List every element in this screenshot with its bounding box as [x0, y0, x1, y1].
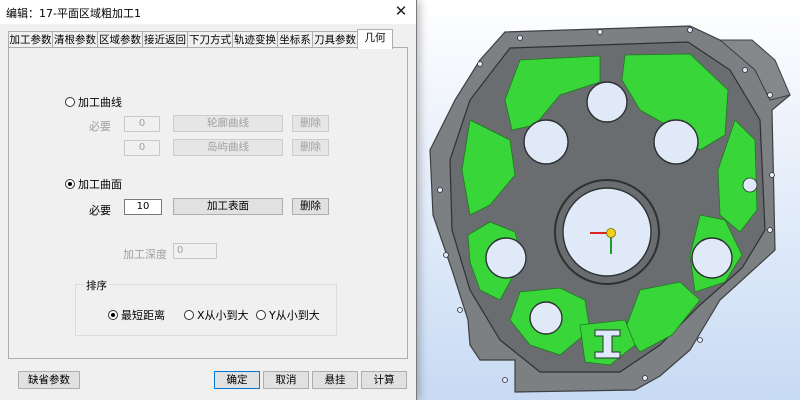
- cancel-button[interactable]: 取消: [263, 371, 309, 389]
- window-title: 编辑：17-平面区域粗加工1: [6, 7, 141, 20]
- sort-group: 排序 最短距离 X从小到大 Y从小到大: [75, 278, 337, 336]
- surface-required-label: 必要: [89, 204, 111, 217]
- close-icon[interactable]: ✕: [386, 0, 416, 24]
- sort-x-option[interactable]: X从小到大: [184, 307, 249, 323]
- tab-path-transform[interactable]: 轨迹变换: [232, 31, 278, 48]
- machining-surface-label: 加工曲面: [78, 178, 122, 191]
- island-count-field: 0: [124, 140, 160, 156]
- machining-curve-label: 加工曲线: [78, 96, 122, 109]
- sort-y-option[interactable]: Y从小到大: [256, 307, 320, 323]
- sort-y-label: Y从小到大: [269, 309, 320, 322]
- ok-button[interactable]: 确定: [214, 371, 260, 389]
- sort-x-label: X从小到大: [197, 309, 249, 322]
- tab-strip: 加工参数 清根参数 区域参数 接近返回 下刀方式 轨迹变换 坐标系 刀具参数 几…: [8, 29, 408, 49]
- tab-geometry[interactable]: 几何: [357, 29, 393, 49]
- defaults-button[interactable]: 缺省参数: [18, 371, 80, 389]
- machining-surface-radio[interactable]: [65, 179, 75, 189]
- dialog-button-bar: 缺省参数 确定 取消 悬挂 计算: [0, 368, 416, 390]
- contour-count-field: 0: [124, 116, 160, 132]
- tab-plunge-method[interactable]: 下刀方式: [187, 31, 233, 48]
- tab-cleanup-params[interactable]: 清根参数: [52, 31, 98, 48]
- machining-curve-radio[interactable]: [65, 97, 75, 107]
- contour-delete-button[interactable]: 删除: [292, 115, 329, 132]
- tab-coordinate-system[interactable]: 坐标系: [277, 31, 313, 48]
- tab-machining-params[interactable]: 加工参数: [8, 31, 53, 48]
- suspend-button[interactable]: 悬挂: [312, 371, 358, 389]
- machining-surface-option[interactable]: 加工曲面: [65, 176, 122, 192]
- sort-x-radio[interactable]: [184, 310, 194, 320]
- sort-shortest-radio[interactable]: [108, 310, 118, 320]
- edit-dialog: 编辑：17-平面区域粗加工1 ✕ 加工参数 清根参数 区域参数 接近返回 下刀方…: [0, 0, 417, 400]
- contour-curve-button[interactable]: 轮廓曲线: [173, 115, 283, 132]
- sort-legend: 排序: [84, 278, 109, 293]
- calculate-button[interactable]: 计算: [361, 371, 407, 389]
- title-bar: 编辑：17-平面区域粗加工1 ✕: [0, 0, 416, 24]
- sort-y-radio[interactable]: [256, 310, 266, 320]
- island-delete-button[interactable]: 删除: [292, 139, 329, 156]
- depth-field: 0: [173, 243, 217, 259]
- tab-tool-params[interactable]: 刀具参数: [312, 31, 358, 48]
- tab-region-params[interactable]: 区域参数: [97, 31, 143, 48]
- surface-delete-button[interactable]: 删除: [292, 198, 329, 215]
- machining-curve-option[interactable]: 加工曲线: [65, 94, 122, 110]
- curve-required-label: 必要: [89, 120, 111, 133]
- sort-shortest-option[interactable]: 最短距离: [108, 307, 165, 323]
- island-curve-button[interactable]: 岛屿曲线: [173, 139, 283, 156]
- sort-shortest-label: 最短距离: [121, 309, 165, 322]
- surface-count-field: 10: [124, 199, 162, 215]
- geometry-panel: 加工曲线 必要 0 轮廓曲线 删除 0 岛屿曲线 删除 加工曲面 必要 10 加…: [8, 47, 408, 359]
- depth-label: 加工深度: [123, 248, 167, 261]
- machining-surface-button[interactable]: 加工表面: [173, 198, 283, 215]
- tab-approach-return[interactable]: 接近返回: [142, 31, 188, 48]
